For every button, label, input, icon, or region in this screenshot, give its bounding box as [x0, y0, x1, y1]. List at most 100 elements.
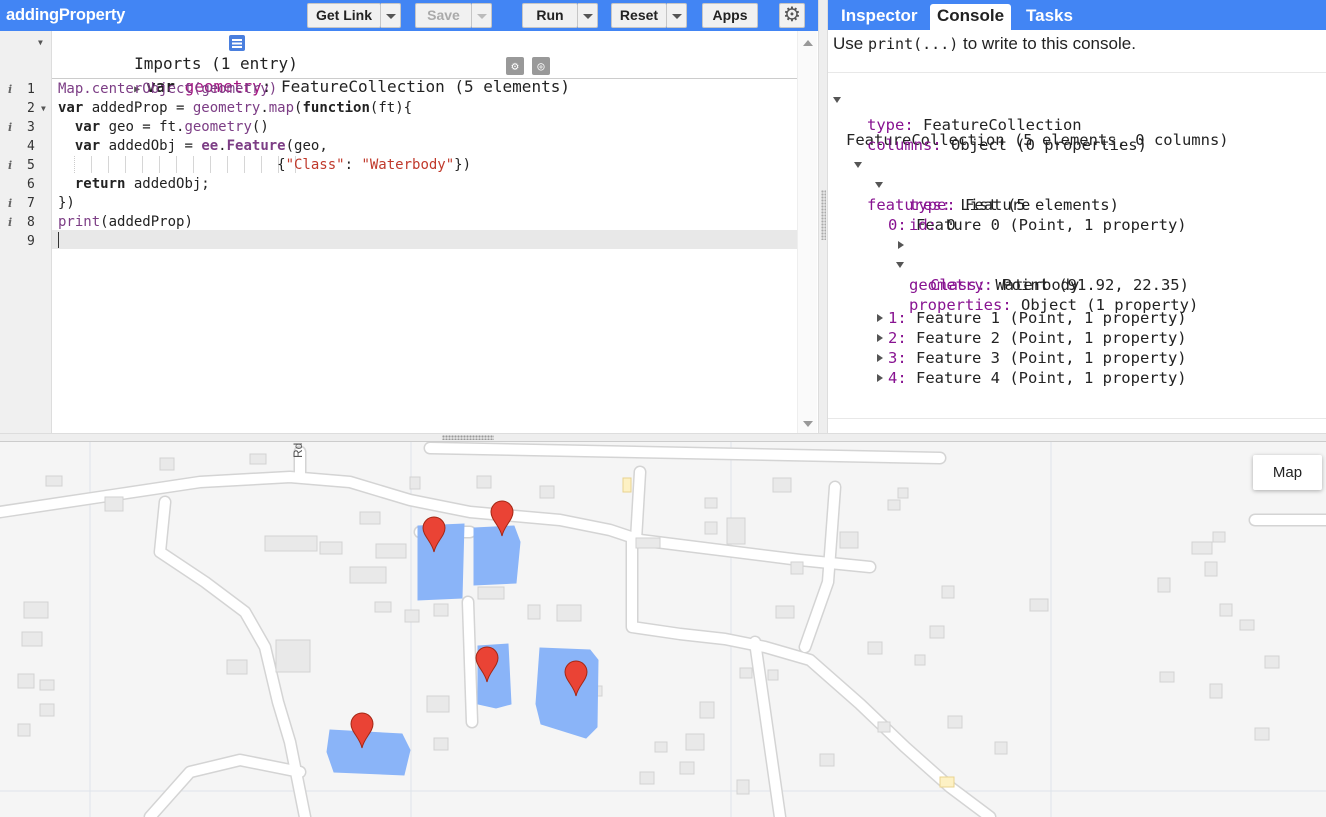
- fold-arrow-icon[interactable]: ▼: [41, 99, 46, 118]
- code-line[interactable]: }): [58, 194, 75, 213]
- expand-arrow-icon[interactable]: [877, 374, 883, 382]
- waterbody-polygon[interactable]: [473, 525, 521, 586]
- text-cursor: [58, 232, 59, 248]
- code-line[interactable]: return addedObj;: [58, 175, 210, 194]
- code-line[interactable]: print(addedProp): [58, 213, 193, 232]
- waterbody-polygon[interactable]: [535, 647, 599, 739]
- run-button[interactable]: Run: [522, 3, 578, 28]
- collapse-arrow-icon[interactable]: [875, 182, 883, 188]
- reset-dropdown[interactable]: [667, 3, 687, 28]
- waterbody-polygon[interactable]: [326, 729, 411, 776]
- feature-type-value: Feature: [955, 196, 1031, 214]
- line-number[interactable]: 9: [0, 232, 52, 251]
- map-type-button[interactable]: Map: [1253, 455, 1322, 490]
- feature-key: 2:: [888, 329, 907, 347]
- code-line[interactable]: Map.centerObject(geometry): [58, 80, 277, 99]
- right-panel: Inspector Console Tasks Use print(...) t…: [828, 0, 1326, 433]
- info-icon[interactable]: i: [8, 156, 12, 175]
- code-line[interactable]: var geo = ft.geometry(): [58, 118, 269, 137]
- collapse-arrow-icon[interactable]: [896, 262, 904, 268]
- code-token: :: [344, 157, 362, 173]
- vertical-panel-splitter[interactable]: [818, 0, 828, 433]
- import-geometry-row[interactable]: ▶ var geometry: FeatureCollection (5 ele…: [57, 54, 570, 96]
- code-token: var: [58, 138, 101, 154]
- scroll-down-arrow-icon[interactable]: [803, 421, 813, 427]
- imports-header[interactable]: Imports (1 entry): [57, 31, 298, 73]
- feature-0-key: 0:: [888, 216, 907, 234]
- line-number-label: 8: [27, 215, 35, 230]
- get-link-dropdown[interactable]: [381, 3, 401, 28]
- code-line[interactable]: {"Class": "Waterbody"}): [58, 156, 471, 175]
- feature-row[interactable]: 4: Feature 4 (Point, 1 property): [875, 368, 1275, 388]
- poi-marker: [939, 776, 955, 788]
- save-button[interactable]: Save: [415, 3, 472, 28]
- features-row[interactable]: features: List (5 elements): [854, 155, 1254, 214]
- feature-0-row[interactable]: 0: Feature 0 (Point, 1 property): [875, 175, 1275, 234]
- feature-type-key: type:: [909, 196, 956, 214]
- expand-arrow-icon[interactable]: [877, 334, 883, 342]
- map-canvas[interactable]: Rd: [0, 442, 1326, 817]
- code-token: var: [58, 100, 84, 116]
- collapse-arrow-icon[interactable]: [833, 97, 841, 103]
- feature-0-id-row: id: 0: [909, 215, 956, 235]
- line-number-label: 7: [27, 196, 35, 211]
- get-link-button[interactable]: Get Link: [307, 3, 381, 28]
- road-label: Rd: [291, 443, 305, 458]
- line-number[interactable]: i7: [0, 194, 52, 213]
- water-polygons[interactable]: [326, 523, 599, 776]
- hint-prefix: Use: [833, 34, 868, 53]
- line-number[interactable]: i8: [0, 213, 52, 232]
- feature-row[interactable]: 3: Feature 3 (Point, 1 property): [875, 348, 1275, 368]
- imports-fold-arrow[interactable]: ▼: [0, 33, 52, 52]
- tab-console[interactable]: Console: [930, 4, 1012, 30]
- console-separator: [828, 72, 1326, 73]
- code-token: (): [251, 119, 269, 135]
- code-token: function: [302, 100, 370, 116]
- run-dropdown[interactable]: [578, 3, 598, 28]
- editor-scrollbar[interactable]: [797, 31, 817, 433]
- reset-button[interactable]: Reset: [611, 3, 667, 28]
- info-icon[interactable]: i: [8, 80, 12, 99]
- line-number-label: 1: [27, 82, 35, 97]
- code-line[interactable]: var addedProp = geometry.map(function(ft…: [58, 99, 412, 118]
- save-dropdown[interactable]: [472, 3, 492, 28]
- scroll-up-arrow-icon[interactable]: [803, 40, 813, 46]
- line-number[interactable]: 4: [0, 137, 52, 156]
- settings-icon[interactable]: ⚙: [506, 57, 524, 75]
- code-token: addedObj;: [125, 176, 210, 192]
- target-icon[interactable]: ◎: [532, 57, 550, 75]
- document-icon[interactable]: [229, 35, 245, 51]
- feature-row[interactable]: 2: Feature 2 (Point, 1 property): [875, 328, 1275, 348]
- info-icon[interactable]: i: [8, 118, 12, 137]
- splitter-grip-icon[interactable]: [442, 435, 494, 440]
- info-icon[interactable]: i: [8, 213, 12, 232]
- line-number[interactable]: 6: [0, 175, 52, 194]
- code-line[interactable]: var addedObj = ee.Feature(geo,: [58, 137, 328, 156]
- script-title[interactable]: addingProperty: [6, 6, 125, 25]
- horizontal-panel-splitter[interactable]: [0, 433, 1326, 442]
- collection-row[interactable]: FeatureCollection (5 elements, 0 columns…: [833, 90, 1313, 149]
- code-area[interactable]: ▼ i 1 2 ▼ i 3 4 i 5 6 i 7 i 8 9 Imports (1 entry) ▶ va…: [0, 31, 818, 433]
- feature-0-geometry-row[interactable]: geometry: Point (91.92, 22.35): [896, 235, 1246, 294]
- info-icon[interactable]: i: [8, 194, 12, 213]
- map-view[interactable]: Rd Map: [0, 442, 1326, 817]
- line-number-label: 6: [27, 177, 35, 192]
- tab-tasks[interactable]: Tasks: [1019, 4, 1080, 30]
- expand-arrow-icon[interactable]: [877, 314, 883, 322]
- line-number[interactable]: i5: [0, 156, 52, 175]
- apps-button[interactable]: Apps: [702, 3, 758, 28]
- feature-0-properties-row[interactable]: properties: Object (1 property): [896, 255, 1246, 314]
- line-number[interactable]: i3: [0, 118, 52, 137]
- code-token: Feature: [226, 138, 286, 154]
- feature-row[interactable]: 1: Feature 1 (Point, 1 property): [875, 308, 1275, 328]
- collapse-arrow-icon[interactable]: [854, 162, 862, 168]
- expand-arrow-icon[interactable]: [877, 354, 883, 362]
- tab-inspector[interactable]: Inspector: [834, 4, 925, 30]
- imports-separator: [52, 78, 797, 79]
- line-number[interactable]: 2 ▼: [0, 99, 52, 118]
- expand-arrow-icon[interactable]: [898, 241, 904, 249]
- gear-icon[interactable]: ⚙: [779, 3, 805, 28]
- splitter-grip-icon[interactable]: [821, 190, 826, 240]
- code-token: addedProp =: [83, 100, 193, 116]
- line-number[interactable]: i1: [0, 80, 52, 99]
